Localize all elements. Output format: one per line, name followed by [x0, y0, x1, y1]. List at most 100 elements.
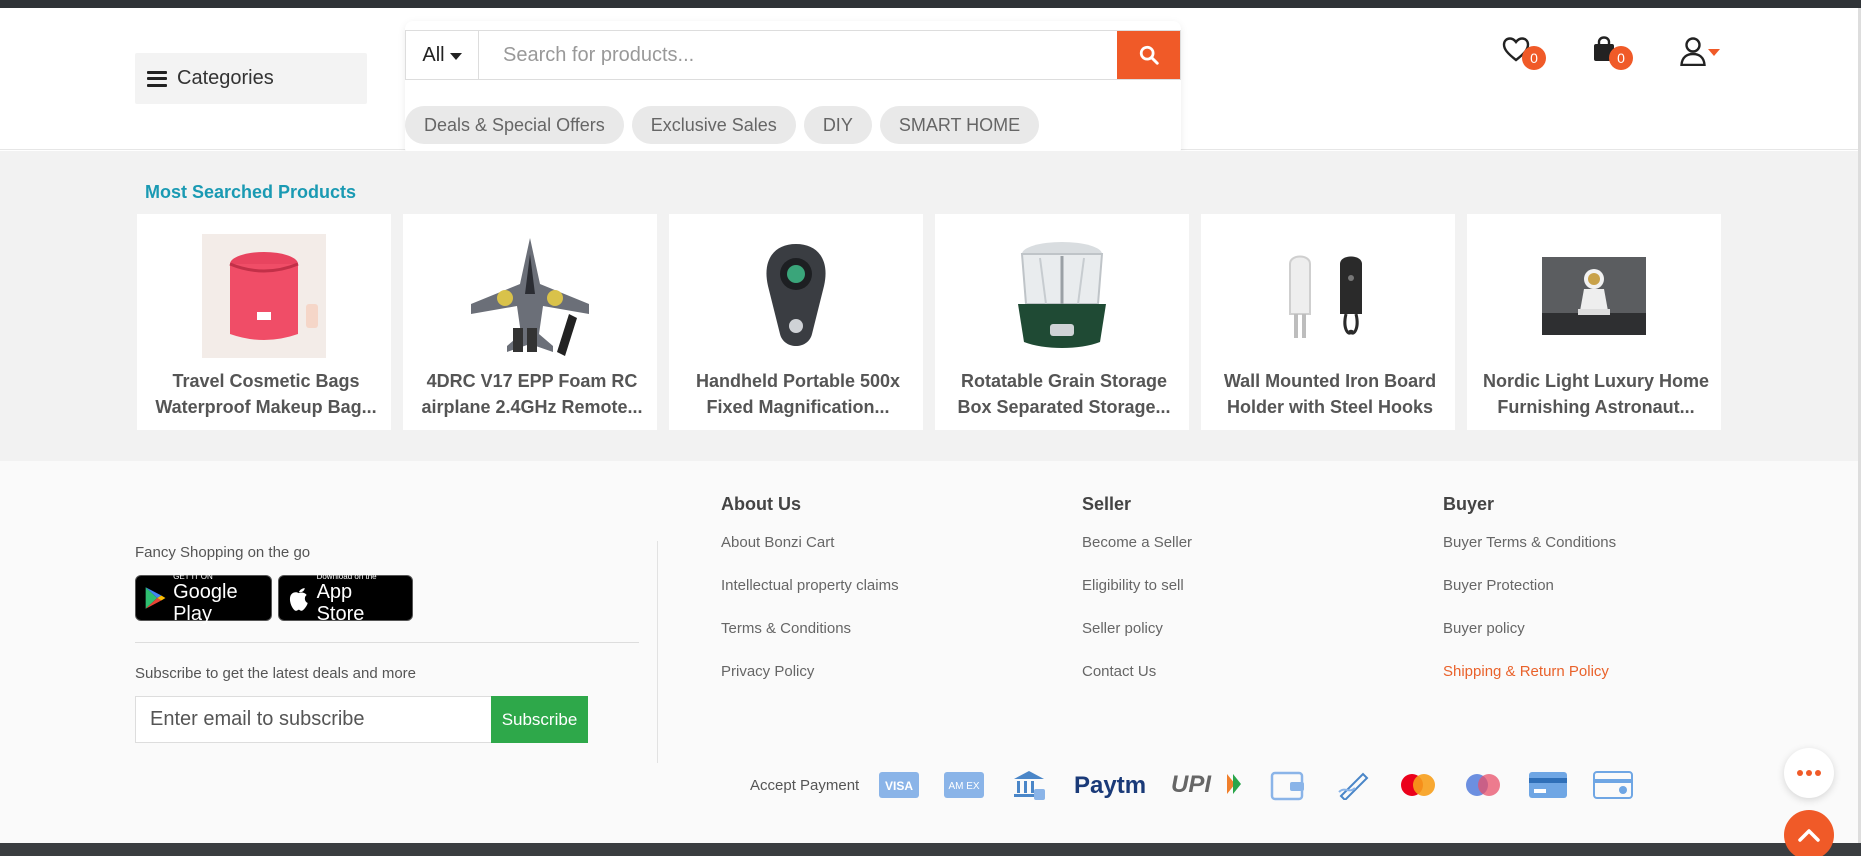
magnifier-image [766, 244, 826, 346]
category-filter-select[interactable]: All [406, 31, 479, 79]
column-title: Seller [1082, 494, 1132, 514]
divider [135, 642, 639, 643]
product-name: Travel Cosmetic Bags Waterproof Makeup B… [155, 371, 377, 417]
product-carousel: Travel Cosmetic Bags Waterproof Makeup B… [137, 214, 1721, 430]
link-terms-conditions[interactable]: Terms & Conditions [721, 619, 899, 662]
product-card[interactable]: Wall Mounted Iron Board Holder with Stee… [1201, 214, 1455, 430]
paytm-icon: Paytm [1074, 770, 1146, 800]
iron-board-holder-image [1289, 255, 1362, 338]
svg-text:UPI: UPI [1171, 771, 1212, 798]
svg-text:VISA: VISA [885, 779, 913, 793]
rc-airplane-image [471, 238, 589, 356]
column-title: About Us [721, 494, 801, 514]
section-title: Most Searched Products [145, 182, 357, 202]
seller-column: Seller Become a Seller Eligibility to se… [1082, 494, 1192, 705]
divider [657, 541, 658, 763]
link-shipping-return-policy[interactable]: Shipping & Return Policy [1443, 662, 1616, 705]
column-title: Buyer [1443, 494, 1495, 514]
maestro-icon [1463, 770, 1503, 800]
astronaut-figurine-image [1542, 257, 1646, 335]
search-area: All Deals & Special Offers Exclusive Sal… [405, 21, 1181, 164]
product-card[interactable]: Travel Cosmetic Bags Waterproof Makeup B… [137, 214, 391, 430]
link-buyer-terms[interactable]: Buyer Terms & Conditions [1443, 533, 1616, 576]
link-buyer-protection[interactable]: Buyer Protection [1443, 576, 1616, 619]
scroll-to-top-button[interactable] [1784, 810, 1834, 856]
product-card[interactable]: Nordic Light Luxury Home Furnishing Astr… [1467, 214, 1721, 430]
search-icon [1139, 45, 1159, 65]
credit-card-icon [1593, 770, 1634, 800]
buyer-column: Buyer Buyer Terms & Conditions Buyer Pro… [1443, 494, 1616, 705]
visa-icon: VISA [879, 770, 920, 800]
product-card[interactable]: Rotatable Grain Storage Box Separated St… [935, 214, 1189, 430]
search-input[interactable] [479, 31, 1117, 79]
wallet-icon [1268, 770, 1308, 801]
search-bar: All [405, 30, 1181, 80]
cosmetic-bag-image [202, 234, 326, 358]
product-name: Nordic Light Luxury Home Furnishing Astr… [1482, 371, 1709, 417]
link-privacy-policy[interactable]: Privacy Policy [721, 662, 899, 705]
app-store-label: App Store [316, 580, 365, 625]
user-icon [1680, 37, 1706, 67]
categories-label: Categories [177, 67, 274, 89]
google-play-button[interactable]: GET IT ON Google Play [135, 571, 272, 625]
categories-button[interactable]: Categories [135, 53, 367, 104]
account-menu[interactable] [1680, 36, 1720, 71]
about-us-column: About Us About Bonzi Cart Intellectual p… [721, 494, 899, 705]
category-filter-value: All [422, 43, 445, 66]
link-seller-policy[interactable]: Seller policy [1082, 619, 1192, 662]
chip-smart-home[interactable]: SMART HOME [879, 106, 1040, 144]
product-name: Handheld Portable 500x Fixed Magnificati… [695, 371, 901, 417]
subscribe-button[interactable]: Subscribe [491, 696, 588, 743]
apple-icon [289, 588, 308, 611]
search-button[interactable] [1117, 31, 1180, 79]
subscribe-email-input[interactable] [135, 696, 492, 743]
cart-count-badge: 0 [1609, 46, 1633, 70]
mastercard-icon [1398, 770, 1438, 800]
google-play-icon [145, 587, 166, 609]
svg-text:AM EX: AM EX [949, 781, 980, 792]
top-bar [0, 0, 1861, 8]
search-panel: All Deals & Special Offers Exclusive Sal… [405, 21, 1181, 156]
app-store-small-text: Download on the [316, 571, 377, 581]
cheque-icon [1333, 770, 1373, 800]
svg-text:Paytm: Paytm [1074, 772, 1146, 799]
amex-icon: AM EX [944, 770, 985, 800]
grain-storage-image [1018, 242, 1106, 348]
wishlist-button[interactable]: 0 [1502, 36, 1546, 70]
cart-button[interactable]: 0 [1592, 36, 1633, 70]
product-name: Wall Mounted Iron Board Holder with Stee… [1223, 371, 1437, 417]
link-ip-claims[interactable]: Intellectual property claims [721, 576, 899, 619]
chevron-up-icon [1798, 829, 1820, 842]
chip-exclusive-sales[interactable]: Exclusive Sales [631, 106, 796, 144]
most-searched-section: Most Searched Products Travel Cosmetic B… [0, 151, 1858, 461]
product-card[interactable]: Handheld Portable 500x Fixed Magnificati… [669, 214, 923, 430]
bottom-bar [0, 843, 1861, 856]
chip-deals[interactable]: Deals & Special Offers [405, 106, 624, 144]
subscribe-text: Subscribe to get the latest deals and mo… [135, 665, 417, 682]
app-tagline: Fancy Shopping on the go [135, 544, 311, 561]
accept-payment-label: Accept Payment [750, 776, 860, 794]
link-contact-us[interactable]: Contact Us [1082, 662, 1192, 705]
chat-button[interactable] [1784, 748, 1834, 798]
app-store-button[interactable]: Download on the App Store [278, 571, 413, 625]
link-eligibility[interactable]: Eligibility to sell [1082, 576, 1192, 619]
product-name: 4DRC V17 EPP Foam RC airplane 2.4GHz Rem… [421, 371, 643, 417]
netbanking-icon [1009, 770, 1049, 800]
wishlist-count-badge: 0 [1522, 46, 1546, 70]
link-become-seller[interactable]: Become a Seller [1082, 533, 1192, 576]
google-play-label: Google Play [173, 580, 238, 625]
menu-icon [147, 70, 167, 87]
payment-methods: Accept Payment VISA AM EX Paytm UPI [750, 767, 1658, 803]
quick-links: Deals & Special Offers Exclusive Sales D… [405, 106, 1040, 144]
more-dots-icon [1797, 770, 1803, 776]
link-about-bonzi-cart[interactable]: About Bonzi Cart [721, 533, 899, 576]
site-header: Categories All Deals & Special Offers Ex… [0, 8, 1858, 156]
link-buyer-policy[interactable]: Buyer policy [1443, 619, 1616, 662]
caret-down-icon [1708, 49, 1720, 56]
caret-down-icon [449, 52, 462, 60]
site-footer: Fancy Shopping on the go GET IT ON Googl… [0, 461, 1858, 843]
debit-card-icon [1528, 770, 1568, 800]
chip-diy[interactable]: DIY [803, 106, 872, 144]
google-play-small-text: GET IT ON [173, 571, 213, 581]
product-card[interactable]: 4DRC V17 EPP Foam RC airplane 2.4GHz Rem… [403, 214, 657, 430]
